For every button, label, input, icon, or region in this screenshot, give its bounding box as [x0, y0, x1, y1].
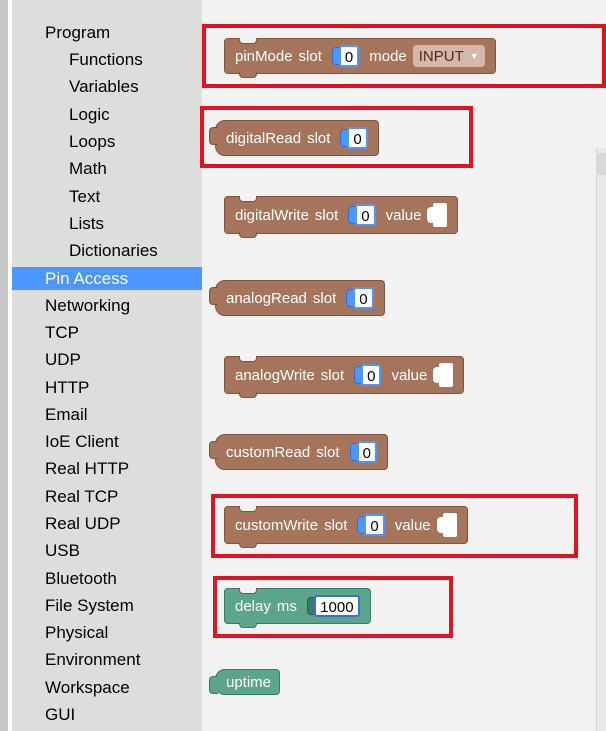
- analogwrite-slot-socket[interactable]: 0: [354, 364, 382, 386]
- category-dictionaries[interactable]: Dictionaries: [12, 239, 202, 262]
- customread-slot-socket[interactable]: 0: [349, 441, 377, 463]
- digitalread-slot-label: slot: [307, 129, 331, 147]
- customwrite-value-label: value: [394, 516, 431, 534]
- digitalread-slot-socket[interactable]: 0: [340, 127, 368, 149]
- category-real-udp[interactable]: Real UDP: [12, 512, 202, 535]
- customwrite-label: customWrite: [235, 516, 319, 534]
- digitalwrite-value-label: value: [385, 206, 422, 224]
- delay-ms-socket[interactable]: 1000: [306, 595, 360, 617]
- category-loops[interactable]: Loops: [12, 130, 202, 153]
- category-pin-access[interactable]: Pin Access: [12, 267, 202, 290]
- pinmode-slot-socket[interactable]: 0: [331, 45, 360, 67]
- pinmode-mode-dropdown[interactable]: INPUT ▼: [412, 45, 485, 67]
- empty-input-icon: [442, 513, 457, 537]
- category-sidebar: Program Functions Variables Logic Loops …: [12, 0, 202, 731]
- category-physical[interactable]: Physical: [12, 621, 202, 644]
- digitalwrite-block[interactable]: digitalWrite slot 0 value: [224, 196, 459, 238]
- pinmode-slot-value[interactable]: 0: [338, 45, 360, 67]
- customwrite-block[interactable]: customWrite slot 0 value: [224, 506, 468, 548]
- category-email[interactable]: Email: [12, 403, 202, 426]
- category-math[interactable]: Math: [12, 157, 202, 180]
- delay-label: delay: [235, 597, 271, 615]
- category-variables[interactable]: Variables: [12, 75, 202, 98]
- delay-ms-value[interactable]: 1000: [313, 595, 360, 617]
- analogread-slot-socket[interactable]: 0: [346, 287, 374, 309]
- dropdown-caret-icon: ▼: [469, 51, 479, 61]
- customread-label: customRead: [226, 443, 311, 461]
- category-udp[interactable]: UDP: [12, 348, 202, 371]
- pinmode-mode-label: mode: [369, 47, 407, 65]
- category-file-system[interactable]: File System: [12, 594, 202, 617]
- analogread-label: analogRead: [226, 289, 307, 307]
- analogread-block[interactable]: analogRead slot 0: [209, 280, 385, 316]
- category-lists[interactable]: Lists: [12, 212, 202, 235]
- category-logic[interactable]: Logic: [12, 103, 202, 126]
- analogwrite-slot-value[interactable]: 0: [361, 364, 382, 386]
- empty-input-icon: [433, 203, 448, 227]
- analogwrite-value-label: value: [391, 366, 428, 384]
- pinmode-mode-value: INPUT: [418, 47, 464, 65]
- analogwrite-block[interactable]: analogWrite slot 0 value: [224, 356, 465, 398]
- input-plug-icon: [436, 517, 443, 533]
- digitalread-block[interactable]: digitalRead slot 0: [209, 120, 379, 156]
- category-gui[interactable]: GUI: [12, 703, 202, 726]
- category-tcp[interactable]: TCP: [12, 321, 202, 344]
- digitalwrite-slot-socket[interactable]: 0: [348, 204, 376, 226]
- category-real-http[interactable]: Real HTTP: [12, 457, 202, 480]
- uptime-block[interactable]: uptime: [208, 669, 281, 695]
- analogread-slot-label: slot: [312, 289, 337, 307]
- uptime-label: uptime: [226, 673, 272, 691]
- category-bluetooth[interactable]: Bluetooth: [12, 567, 202, 590]
- analogwrite-label: analogWrite: [235, 366, 315, 384]
- customwrite-slot-value[interactable]: 0: [364, 514, 385, 536]
- digitalwrite-slot-label: slot: [314, 206, 339, 224]
- analogread-slot-value[interactable]: 0: [353, 287, 374, 309]
- customread-slot-value[interactable]: 0: [356, 441, 377, 463]
- analogwrite-slot-label: slot: [320, 366, 345, 384]
- customwrite-slot-socket[interactable]: 0: [357, 514, 385, 536]
- pinmode-slot-label: slot: [298, 47, 322, 65]
- category-workspace[interactable]: Workspace: [12, 676, 202, 699]
- category-usb[interactable]: USB: [12, 539, 202, 562]
- category-functions[interactable]: Functions: [12, 48, 202, 71]
- category-text[interactable]: Text: [12, 185, 202, 208]
- analogwrite-value-input[interactable]: [433, 363, 454, 387]
- delay-block[interactable]: delay ms 1000: [224, 588, 371, 628]
- customread-slot-label: slot: [316, 443, 340, 461]
- customwrite-slot-label: slot: [324, 516, 348, 534]
- workspace-edge: [596, 148, 606, 731]
- pinmode-block[interactable]: pinMode slot 0 mode INPUT ▼: [224, 38, 496, 78]
- pinmode-label: pinMode: [235, 47, 293, 65]
- category-networking[interactable]: Networking: [12, 294, 202, 317]
- empty-input-icon: [439, 363, 454, 387]
- category-real-tcp[interactable]: Real TCP: [12, 485, 202, 508]
- digitalread-slot-value[interactable]: 0: [347, 127, 368, 149]
- customwrite-value-input[interactable]: [436, 513, 457, 537]
- category-environment[interactable]: Environment: [12, 648, 202, 671]
- customread-block[interactable]: customRead slot 0: [209, 434, 388, 470]
- category-http[interactable]: HTTP: [12, 376, 202, 399]
- digitalwrite-label: digitalWrite: [235, 206, 309, 224]
- digitalwrite-value-input[interactable]: [427, 203, 448, 227]
- delay-ms-label: ms: [276, 597, 297, 615]
- digitalwrite-slot-value[interactable]: 0: [355, 204, 376, 226]
- left-gutter: [0, 0, 8, 731]
- workspace-scroll-handle[interactable]: [596, 153, 606, 175]
- category-program[interactable]: Program: [12, 21, 202, 44]
- category-ioe-client[interactable]: IoE Client: [12, 430, 202, 453]
- digitalread-label: digitalRead: [226, 129, 302, 147]
